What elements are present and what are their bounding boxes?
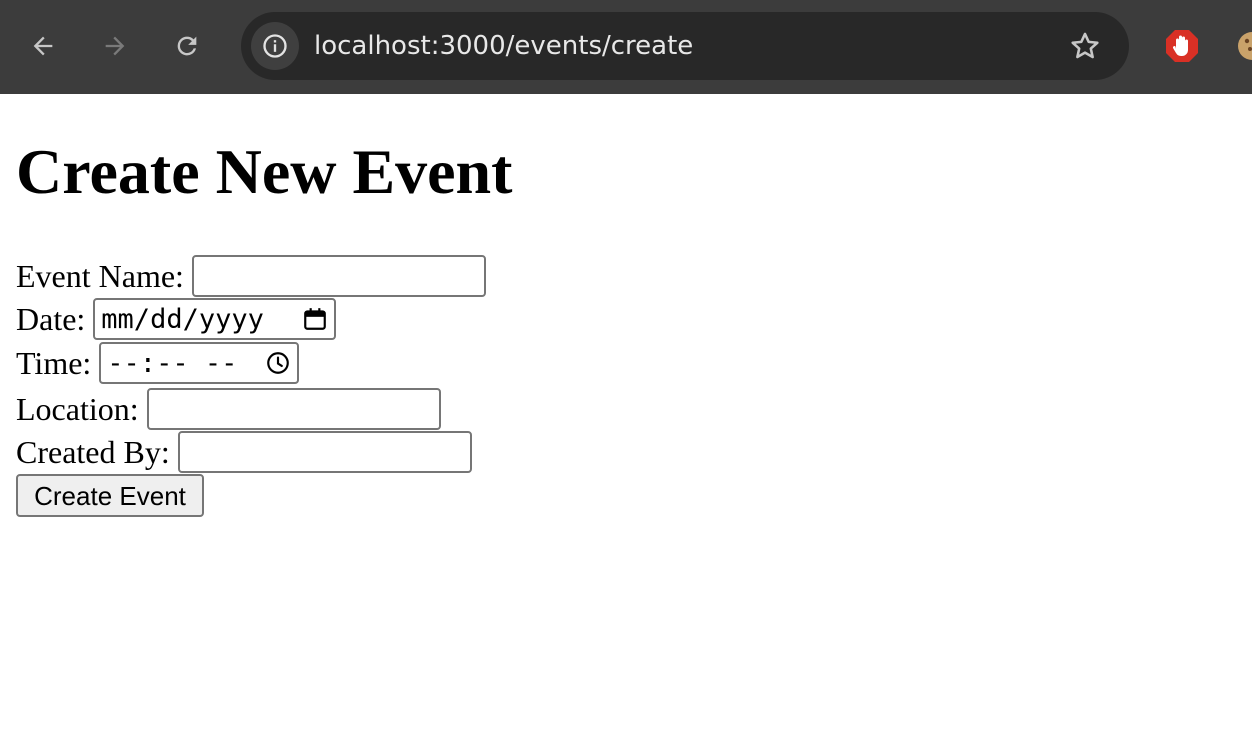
cookie-icon [1238, 32, 1252, 60]
reload-icon [177, 36, 197, 56]
info-icon [263, 34, 287, 58]
date-label: Date: [16, 301, 86, 337]
cookie-extension-button[interactable] [1236, 30, 1252, 62]
location-input[interactable] [146, 388, 441, 430]
date-placeholder: mm/dd/yyyy [101, 303, 264, 335]
browser-toolbar: localhost:3000/events/create [0, 0, 1252, 94]
location-label: Location: [16, 391, 139, 427]
url-text[interactable]: localhost:3000/events/create [314, 30, 693, 62]
page-content: Create New Event Event Name: Date: mm/dd… [0, 94, 1252, 748]
back-button[interactable] [21, 24, 65, 68]
arrow-right-icon [105, 36, 125, 56]
forward-button[interactable] [93, 24, 137, 68]
created-by-row: Created By: [16, 430, 472, 474]
date-row: Date: mm/dd/yyyy [16, 297, 337, 341]
bookmark-button[interactable] [1067, 28, 1103, 64]
event-name-input[interactable] [191, 255, 486, 297]
adblock-hand-icon [1166, 30, 1198, 62]
event-name-row: Event Name: [16, 254, 486, 298]
event-name-label: Event Name: [16, 258, 184, 294]
created-by-input[interactable] [177, 431, 472, 473]
time-row: Time: --:-- -- [16, 341, 300, 385]
site-info-button[interactable] [251, 22, 299, 70]
time-label: Time: [16, 345, 92, 381]
date-input[interactable]: mm/dd/yyyy [93, 298, 337, 340]
time-placeholder: --:-- -- [107, 347, 238, 379]
arrow-left-icon [33, 36, 53, 56]
created-by-label: Created By: [16, 434, 170, 470]
address-bar[interactable]: localhost:3000/events/create [241, 12, 1129, 80]
calendar-icon[interactable] [302, 306, 328, 332]
adblock-extension-button[interactable] [1164, 28, 1200, 64]
create-event-button[interactable]: Create Event [16, 474, 204, 517]
star-icon [1071, 32, 1099, 59]
page-title: Create New Event [16, 136, 513, 207]
time-input[interactable]: --:-- -- [99, 342, 300, 384]
reload-button[interactable] [165, 24, 209, 68]
location-row: Location: [16, 387, 441, 431]
clock-icon[interactable] [265, 350, 291, 376]
